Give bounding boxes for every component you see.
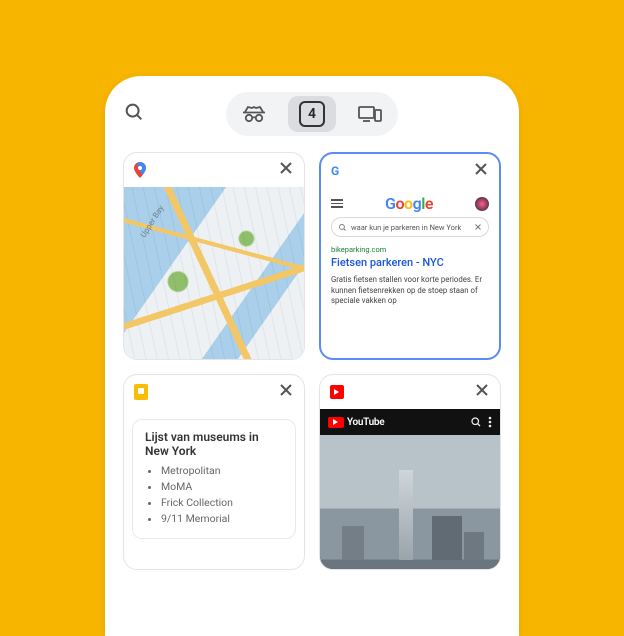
close-icon[interactable] <box>278 160 294 180</box>
search-icon[interactable] <box>123 101 145 127</box>
list-item: MoMA <box>161 480 283 493</box>
notes-preview: Lijst van museums in New York Metropolit… <box>124 409 304 569</box>
map-area-label: Upper Bay <box>139 204 166 239</box>
tab-card-youtube[interactable]: YouTube <box>319 374 501 570</box>
video-thumbnail <box>320 435 500 569</box>
result-domain: bikeparking.com <box>331 245 489 254</box>
close-icon[interactable] <box>473 161 489 181</box>
tab-header <box>320 375 500 409</box>
hamburger-icon <box>331 199 343 208</box>
google-logo: Google <box>385 194 433 213</box>
synced-devices-button[interactable] <box>346 96 394 132</box>
google-icon: G <box>331 164 339 178</box>
keep-icon <box>134 384 148 400</box>
search-query: waar kun je parkeren in New York <box>347 223 474 232</box>
youtube-logo: YouTube <box>328 417 384 428</box>
tab-switcher-toolbar: 4 <box>123 92 501 136</box>
maps-icon <box>134 162 146 178</box>
result-title: Fietsen parkeren - NYC <box>331 256 489 269</box>
search-icon <box>470 413 482 432</box>
search-icon <box>338 223 347 232</box>
tab-count-badge: 4 <box>299 101 325 127</box>
search-input: waar kun je parkeren in New York <box>331 217 489 237</box>
tab-card-notes[interactable]: Lijst van museums in New York Metropolit… <box>123 374 305 570</box>
list-item: Metropolitan <box>161 464 283 477</box>
youtube-preview: YouTube <box>320 409 500 569</box>
phone-frame: 4 Upper B <box>105 76 519 636</box>
tab-card-search[interactable]: G Google waar kun je parkeren in New Yor… <box>319 152 501 360</box>
result-snippet: Gratis fietsen stallen voor korte period… <box>331 275 489 307</box>
tab-header <box>124 153 304 187</box>
close-icon[interactable] <box>474 382 490 402</box>
list-item: Frick Collection <box>161 496 283 509</box>
youtube-icon <box>330 385 344 399</box>
clear-icon <box>474 223 482 231</box>
close-icon[interactable] <box>278 382 294 402</box>
note-title: Lijst van museums in New York <box>145 430 283 458</box>
avatar <box>475 197 489 211</box>
more-icon <box>488 413 492 432</box>
tab-card-maps[interactable]: Upper Bay <box>123 152 305 360</box>
tab-mode-selector: 4 <box>226 92 398 136</box>
tab-header <box>124 375 304 409</box>
search-preview: Google waar kun je parkeren in New York … <box>321 188 499 358</box>
tab-header: G <box>321 154 499 188</box>
list-item: 9/11 Memorial <box>161 512 283 525</box>
map-preview: Upper Bay <box>124 187 304 359</box>
note-card: Lijst van museums in New York Metropolit… <box>132 419 296 539</box>
incognito-tabs-button[interactable] <box>230 96 278 132</box>
tabs-grid: Upper Bay G Google waar kun je park <box>123 152 501 570</box>
open-tabs-button[interactable]: 4 <box>288 96 336 132</box>
